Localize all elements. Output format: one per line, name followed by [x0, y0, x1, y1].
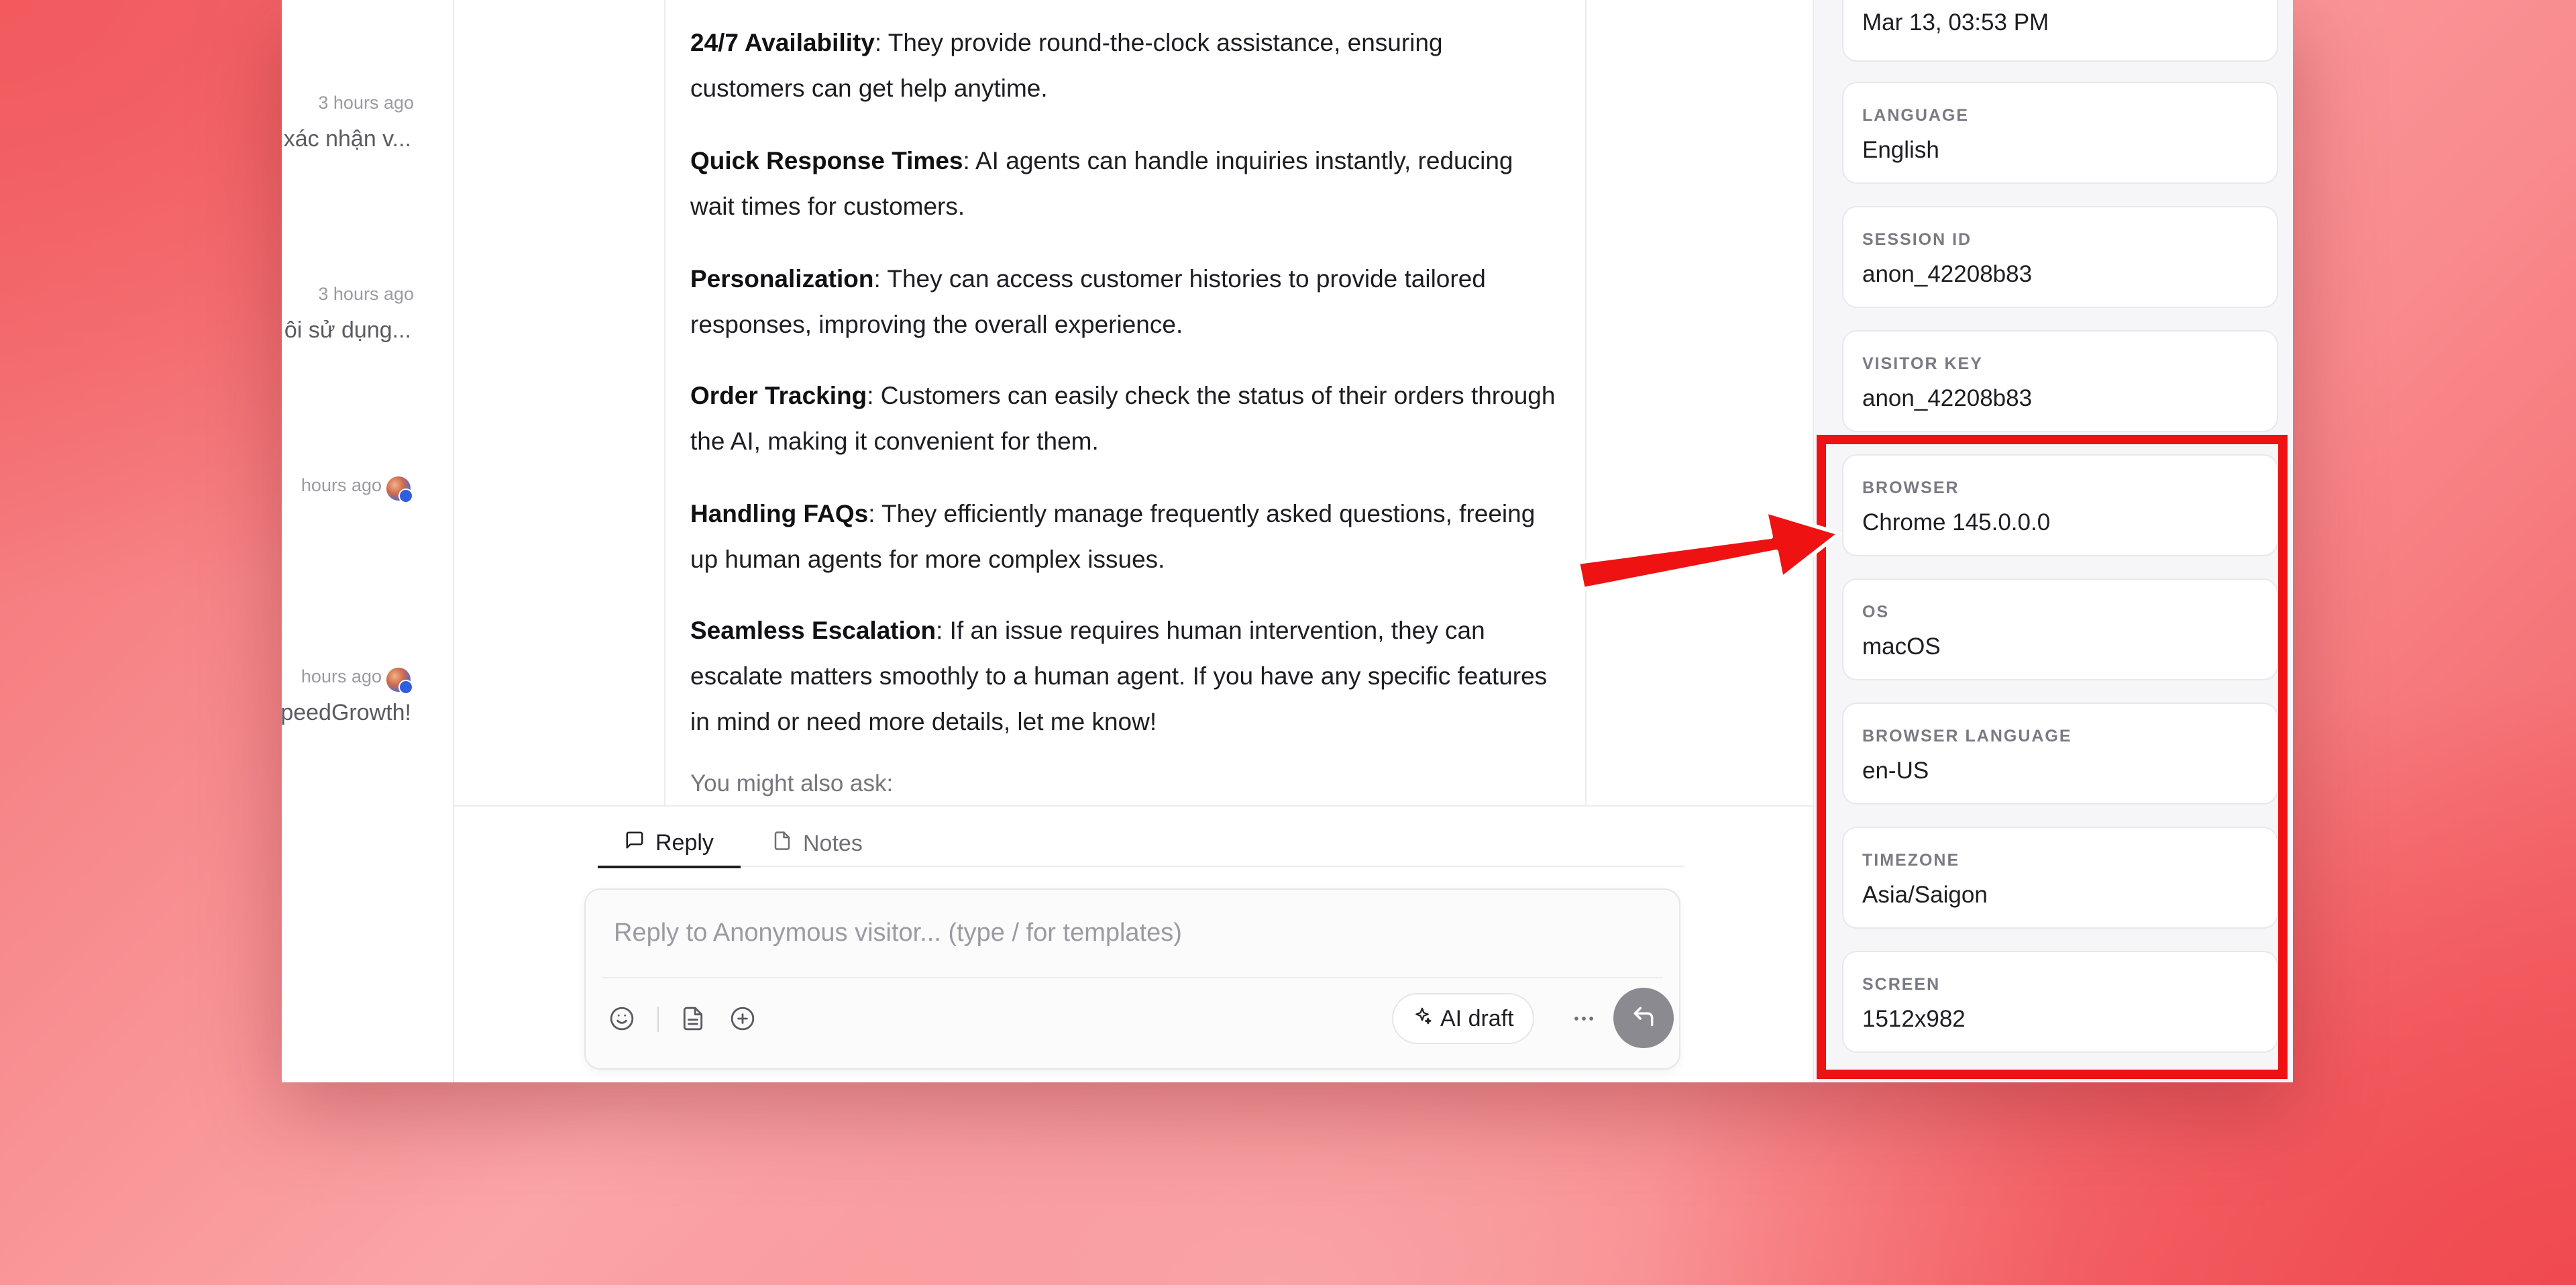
conversation-time: 3 hours ago	[318, 93, 414, 113]
composer-divider	[602, 977, 1663, 978]
conversation-item[interactable]: hours ago	[282, 475, 454, 556]
reply-input[interactable]	[614, 913, 1654, 953]
smile-icon[interactable]	[606, 1003, 638, 1035]
composer-tabs: Reply Notes	[598, 820, 1684, 868]
send-button[interactable]	[1613, 988, 1674, 1048]
tab-notes[interactable]: Notes	[745, 820, 890, 867]
conversation-item[interactable]: 3 hours ago xác nhận v...	[282, 93, 454, 173]
message-paragraph: Handling FAQs: They efficiently manage f…	[690, 491, 1562, 582]
conversation-time: hours ago	[301, 666, 382, 686]
detail-label: SESSION ID	[1862, 230, 1972, 249]
suggestions-label: You might also ask:	[690, 770, 894, 796]
conversation-time: hours ago	[301, 475, 382, 495]
detail-value: anon_42208b83	[1862, 385, 2033, 411]
file-text-icon[interactable]	[677, 1003, 709, 1035]
paragraph-title: Handling FAQs	[690, 500, 869, 527]
avatar	[385, 666, 413, 695]
message-paragraph: 24/7 Availability: They provide round-th…	[690, 20, 1562, 111]
message-thread[interactable]: 24/7 Availability: They provide round-th…	[454, 0, 1813, 805]
sparkles-icon	[1412, 1006, 1432, 1032]
detail-label: VISITOR KEY	[1862, 354, 1983, 373]
file-icon	[772, 831, 792, 857]
detail-card-visitor-key: VISITOR KEY anon_42208b83	[1842, 330, 2278, 432]
tab-reply[interactable]: Reply	[598, 820, 741, 868]
highlight-box	[1817, 435, 2288, 1079]
send-reply-icon	[1631, 1004, 1656, 1033]
message-paragraph: Seamless Escalation: If an issue require…	[690, 608, 1562, 745]
chat-panel: 24/7 Availability: They provide round-th…	[454, 0, 1986, 1082]
conversation-item[interactable]: hours ago peedGrowth!	[282, 666, 454, 747]
plus-circle-icon[interactable]	[727, 1003, 759, 1035]
conversation-list: 3 hours ago xác nhận v... 3 hours ago ôi…	[282, 0, 454, 1082]
detail-label: LANGUAGE	[1862, 106, 1970, 125]
paragraph-title: Personalization	[690, 265, 874, 293]
detail-card-session-id: SESSION ID anon_42208b83	[1842, 206, 2278, 308]
paragraph-title: 24/7 Availability	[690, 29, 875, 56]
ai-draft-button[interactable]: AI draft	[1392, 993, 1534, 1044]
paragraph-title: Seamless Escalation	[690, 617, 936, 644]
conversation-time: 3 hours ago	[318, 284, 414, 304]
message-paragraph: Order Tracking: Customers can easily che…	[690, 373, 1562, 464]
conversation-preview: peedGrowth!	[282, 700, 411, 725]
message-paragraph: Quick Response Times: AI agents can hand…	[690, 138, 1562, 229]
detail-value: English	[1862, 137, 1939, 163]
tab-label: Reply	[655, 829, 714, 856]
ai-draft-label: AI draft	[1440, 1005, 1514, 1031]
message-square-icon	[625, 830, 645, 856]
message-paragraph: Personalization: They can access custome…	[690, 256, 1562, 348]
composer-area: Reply Notes Reply to Anonymous visitor..…	[454, 805, 1813, 1082]
paragraph-title: Order Tracking	[690, 382, 867, 409]
conversation-preview: xác nhận v...	[283, 126, 411, 152]
more-horizontal-icon[interactable]	[1566, 1001, 1601, 1036]
conversation-item[interactable]: 3 hours ago ôi sử dụng...	[282, 284, 454, 364]
detail-value: Mar 13, 03:53 PM	[1862, 9, 2049, 36]
detail-value: anon_42208b83	[1862, 261, 2033, 287]
paragraph-title: Quick Response Times	[690, 147, 963, 174]
detail-card-last-seen: Mar 13, 03:53 PM	[1842, 0, 2278, 62]
toolbar-separator	[657, 1007, 659, 1032]
detail-card-language: LANGUAGE English	[1842, 82, 2278, 184]
conversation-preview: ôi sử dụng...	[284, 317, 411, 343]
avatar	[385, 475, 413, 503]
tab-label: Notes	[803, 830, 863, 856]
reply-composer: AI draft	[584, 888, 1680, 1070]
